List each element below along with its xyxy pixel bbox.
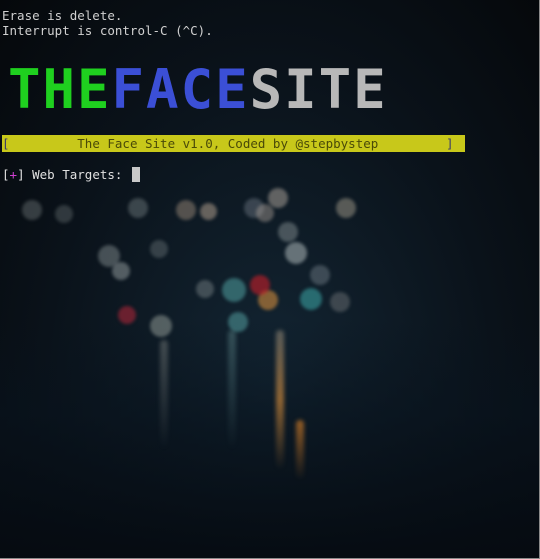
banner-text: The Face Site v1.0, Coded by @stepbystep [9,136,447,151]
logo-part-face: FACE [111,58,250,121]
logo-part-site: SITE [249,58,388,121]
prompt-open-bracket: [ [2,167,10,182]
terminal-line-erase: Erase is delete. [2,8,123,23]
plus-icon: + [9,167,18,182]
prompt-label: Web Targets: [24,167,130,182]
terminal-line-interrupt: Interrupt is control-C (^C). [2,23,213,38]
banner-open-bracket: [ [2,136,10,151]
version-banner: [ The Face Site v1.0, Coded by @stepbyst… [2,135,465,152]
text-cursor[interactable] [131,167,140,182]
prompt-close-bracket: ] [17,167,25,182]
logo-part-the: THE [8,58,112,121]
web-targets-prompt[interactable]: [+] Web Targets: [2,166,140,184]
app-logo: THE FACE SITE [8,58,388,121]
terminal-window[interactable]: Erase is delete. Interrupt is control-C … [0,0,540,559]
banner-close-bracket: ] [446,136,454,151]
